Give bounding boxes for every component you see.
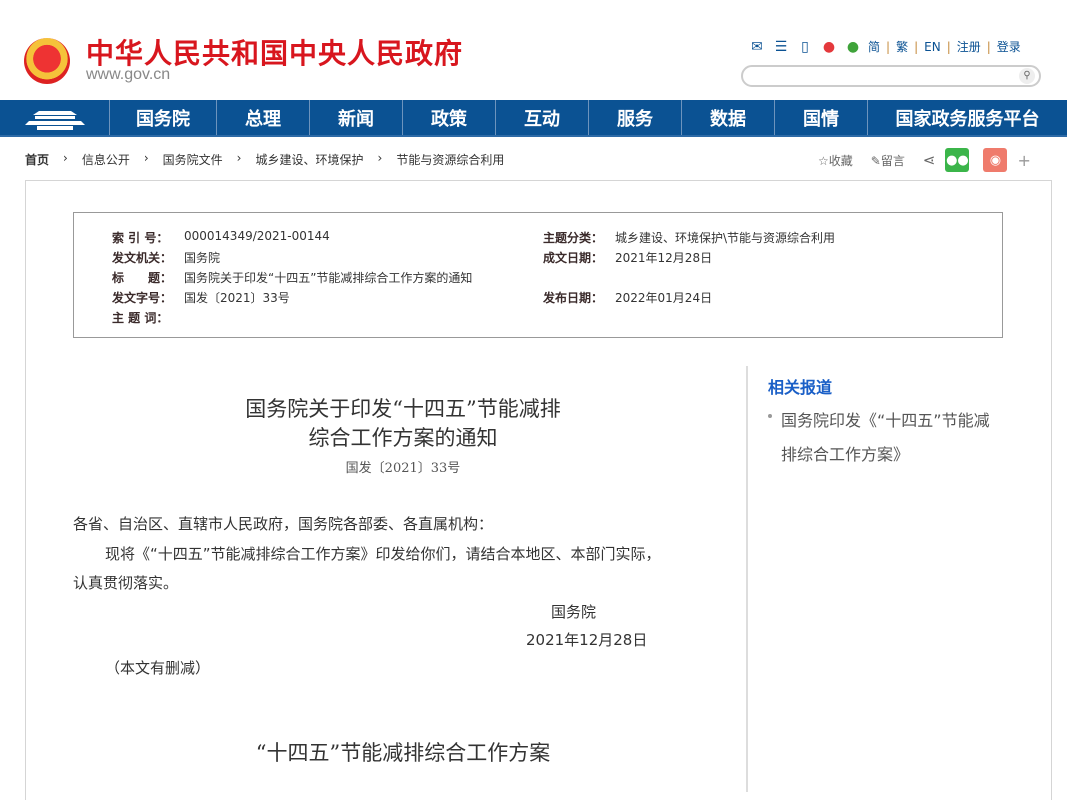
login-link[interactable]: 登录 xyxy=(997,38,1021,55)
written-date-label: 成文日期： xyxy=(543,251,604,265)
pencil-icon: ✎ xyxy=(870,153,881,168)
category-value: 城乡建设、环境保护\节能与资源综合利用 xyxy=(615,231,836,245)
keywords-label: 主 题 词： xyxy=(112,311,169,325)
nav-interaction[interactable]: 互动 xyxy=(496,100,589,135)
search-input[interactable]: ⚲ xyxy=(741,65,1041,87)
share-icon[interactable]: ⋖ xyxy=(923,151,936,169)
comment-button[interactable]: ✎留言 xyxy=(871,152,905,169)
site-header: 中华人民共和国中央人民政府 www.gov.cn ✉ ☰ ▯ ● ● 简 | 繁 |… xyxy=(0,0,1067,100)
written-date-value: 2021年12月28日 xyxy=(615,251,713,265)
breadcrumb-item[interactable]: 信息公开 xyxy=(82,151,130,168)
breadcrumb-item[interactable]: 节能与资源综合利用 xyxy=(396,151,504,168)
nav-news[interactable]: 新闻 xyxy=(310,100,403,135)
title-value: 国务院关于印发“十四五”节能减排综合工作方案的通知 xyxy=(184,271,473,285)
register-link[interactable]: 注册 xyxy=(957,38,981,55)
weibo-share-button[interactable]: ◉ xyxy=(983,148,1008,172)
breadcrumb-item[interactable]: 国务院文件 xyxy=(163,151,223,168)
nav-policy[interactable]: 政策 xyxy=(403,100,496,135)
document-metadata: 索 引 号： 000014349/2021-00144 发文机关： 国务院 标 题：… xyxy=(73,212,1003,338)
related-heading: 相关报道 xyxy=(768,378,833,397)
wechat-icon[interactable]: ● xyxy=(844,39,862,55)
nav-national-info[interactable]: 国情 xyxy=(775,100,868,135)
article-salutation: 各省、自治区、直辖市人民政府，国务院各部委、各直属机构： xyxy=(73,515,494,533)
docno-value: 国发〔2021〕33号 xyxy=(184,291,290,305)
nav-data[interactable]: 数据 xyxy=(682,100,775,135)
more-share-button[interactable]: + xyxy=(1017,151,1030,170)
lang-simplified[interactable]: 简 xyxy=(868,38,880,55)
breadcrumb: 首页 › 信息公开 › 国务院文件 › 城乡建设、环境保护 › 节能与资源综合利用 xyxy=(25,151,505,168)
message-icon[interactable]: ☰ xyxy=(772,39,790,55)
share-tools: ☆收藏 ✎留言 ⋖ ●● ◉ + xyxy=(818,148,1031,172)
article-note: （本文有删减） xyxy=(105,659,211,677)
star-icon: ☆ xyxy=(818,153,829,168)
breadcrumb-home[interactable]: 首页 xyxy=(25,151,49,168)
article-body-cont: 认真贯彻落实。 xyxy=(73,574,179,592)
weibo-icon[interactable]: ● xyxy=(820,39,838,55)
article-body: 现将《“十四五”节能减排综合工作方案》印发给你们，请结合本地区、本部门实际， xyxy=(105,545,661,563)
issuer-value: 国务院 xyxy=(184,251,221,265)
mail-icon[interactable]: ✉ xyxy=(748,39,766,55)
nav-state-council[interactable]: 国务院 xyxy=(110,100,217,135)
site-domain: www.gov.cn xyxy=(86,66,171,83)
published-date-label: 发布日期： xyxy=(543,291,604,305)
favorite-button[interactable]: ☆收藏 xyxy=(818,152,853,169)
index-value: 000014349/2021-00144 xyxy=(184,229,330,243)
category-label: 主题分类： xyxy=(543,231,604,245)
tiananmen-icon[interactable] xyxy=(0,100,110,135)
nav-services[interactable]: 服务 xyxy=(589,100,682,135)
title-label: 标 题： xyxy=(112,271,173,285)
published-date-value: 2022年01月24日 xyxy=(615,291,713,305)
main-nav: 国务院 总理 新闻 政策 互动 服务 数据 国情 国家政务服务平台 xyxy=(0,100,1067,137)
article-date: 2021年12月28日 xyxy=(526,631,648,649)
article-title-line2: 综合工作方案的通知 xyxy=(308,426,498,450)
search-icon[interactable]: ⚲ xyxy=(1019,68,1035,84)
article-subtitle: “十四五”节能减排综合工作方案 xyxy=(255,741,551,765)
nav-service-platform[interactable]: 国家政务服务平台 xyxy=(868,100,1067,135)
issuer-label: 发文机关： xyxy=(112,251,173,265)
breadcrumb-item[interactable]: 城乡建设、环境保护 xyxy=(255,151,363,168)
national-emblem-logo[interactable] xyxy=(24,38,70,84)
nav-premier[interactable]: 总理 xyxy=(217,100,310,135)
article-docno: 国发〔2021〕33号 xyxy=(345,461,461,476)
docno-label: 发文字号： xyxy=(112,291,173,305)
mobile-icon[interactable]: ▯ xyxy=(796,39,814,55)
related-item[interactable]: 国务院印发《“十四五”节能减排综合工作方案》 xyxy=(768,404,998,472)
related-reports: 相关报道 国务院印发《“十四五”节能减排综合工作方案》 xyxy=(746,366,998,792)
index-label: 索 引 号： xyxy=(112,231,169,245)
wechat-share-button[interactable]: ●● xyxy=(945,148,970,172)
lang-english[interactable]: EN xyxy=(924,40,941,54)
article-signature: 国务院 xyxy=(551,603,597,621)
top-links: ✉ ☰ ▯ ● ● 简 | 繁 | EN | 注册 | 登录 xyxy=(748,38,1021,55)
article-title-line1: 国务院关于印发“十四五”节能减排 xyxy=(245,397,561,421)
lang-traditional[interactable]: 繁 xyxy=(896,38,908,55)
